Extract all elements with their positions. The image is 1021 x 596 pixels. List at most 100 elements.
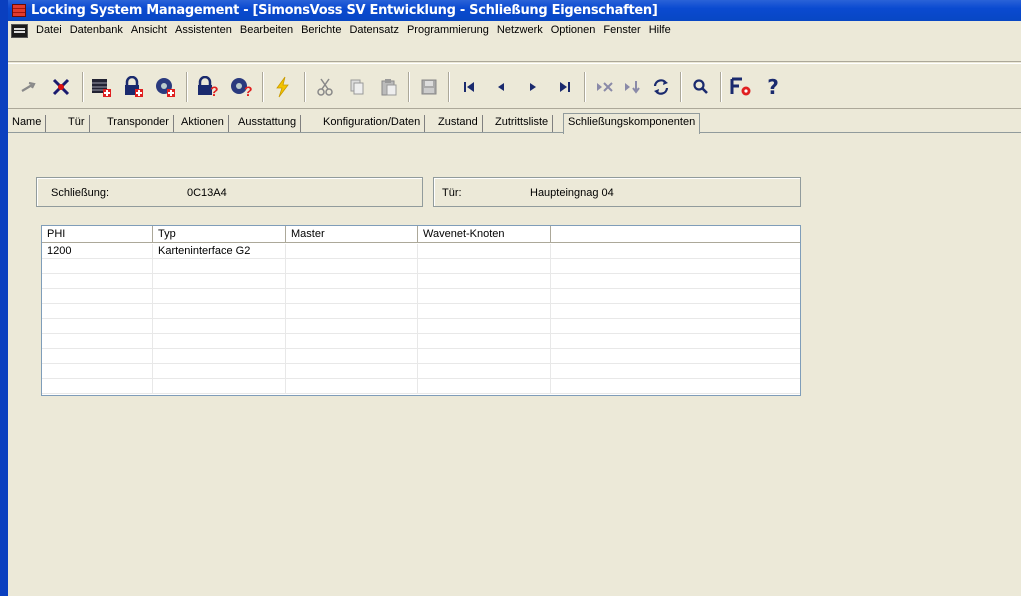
first-record-icon[interactable] bbox=[456, 74, 482, 100]
tab-transponder[interactable]: Transponder bbox=[103, 115, 174, 132]
tab-aktionen[interactable]: Aktionen bbox=[177, 115, 229, 132]
tab-name[interactable]: Name bbox=[8, 115, 47, 132]
table-cell[interactable] bbox=[153, 289, 286, 304]
menu-assistenten[interactable]: Assistenten bbox=[171, 24, 236, 36]
table-cell[interactable] bbox=[551, 349, 800, 364]
table-row[interactable] bbox=[42, 304, 800, 319]
menu-programmierung[interactable]: Programmierung bbox=[403, 24, 493, 36]
table-cell[interactable] bbox=[418, 379, 551, 394]
table-cell[interactable] bbox=[551, 259, 800, 274]
column-header-typ[interactable]: Typ bbox=[153, 226, 286, 243]
table-cell[interactable] bbox=[286, 259, 418, 274]
delete-x-icon[interactable] bbox=[48, 74, 74, 100]
delete-record-icon[interactable] bbox=[592, 74, 618, 100]
column-header-phi[interactable]: PHI bbox=[42, 226, 153, 243]
table-cell[interactable] bbox=[286, 364, 418, 379]
table-cell[interactable] bbox=[551, 244, 800, 259]
table-cell[interactable] bbox=[42, 349, 153, 364]
table-row[interactable]: 1200 Karteninterface G2 bbox=[42, 244, 800, 259]
prev-record-icon[interactable] bbox=[488, 74, 514, 100]
tab-ausstattung[interactable]: Ausstattung bbox=[234, 115, 302, 132]
table-row[interactable] bbox=[42, 334, 800, 349]
menu-netzwerk[interactable]: Netzwerk bbox=[493, 24, 547, 36]
table-row[interactable] bbox=[42, 379, 800, 394]
column-header-wavenet-knoten[interactable]: Wavenet-Knoten bbox=[418, 226, 551, 243]
new-transponder-icon[interactable] bbox=[152, 74, 178, 100]
paste-icon[interactable] bbox=[376, 74, 402, 100]
table-cell[interactable] bbox=[42, 379, 153, 394]
menu-datenbank[interactable]: Datenbank bbox=[66, 24, 127, 36]
column-header-empty[interactable] bbox=[551, 226, 800, 243]
table-cell[interactable] bbox=[551, 304, 800, 319]
table-cell[interactable] bbox=[551, 289, 800, 304]
table-cell[interactable] bbox=[153, 364, 286, 379]
document-window-icon[interactable] bbox=[11, 24, 28, 38]
table-cell[interactable] bbox=[418, 289, 551, 304]
tab-tuer[interactable]: Tür bbox=[64, 115, 90, 132]
table-row[interactable] bbox=[42, 259, 800, 274]
table-cell[interactable] bbox=[42, 259, 153, 274]
column-header-master[interactable]: Master bbox=[286, 226, 418, 243]
table-cell[interactable] bbox=[418, 364, 551, 379]
table-cell[interactable] bbox=[286, 319, 418, 334]
copy-icon[interactable] bbox=[344, 74, 370, 100]
tab-schliessungskomponenten[interactable]: Schließungskomponenten bbox=[563, 113, 701, 134]
table-cell[interactable] bbox=[418, 334, 551, 349]
table-cell[interactable] bbox=[551, 274, 800, 289]
tab-konfiguration-daten[interactable]: Konfiguration/Daten bbox=[319, 115, 426, 132]
swap-icon[interactable] bbox=[16, 74, 42, 100]
last-record-icon[interactable] bbox=[552, 74, 578, 100]
transponder-query-icon[interactable]: ? bbox=[228, 74, 254, 100]
import-record-icon[interactable] bbox=[620, 74, 646, 100]
table-cell[interactable]: 1200 bbox=[42, 244, 153, 259]
table-cell[interactable] bbox=[286, 274, 418, 289]
refresh-icon[interactable] bbox=[648, 74, 674, 100]
table-cell[interactable] bbox=[153, 304, 286, 319]
table-cell[interactable] bbox=[153, 319, 286, 334]
table-cell[interactable]: Karteninterface G2 bbox=[153, 244, 286, 259]
table-cell[interactable] bbox=[286, 289, 418, 304]
table-cell[interactable] bbox=[42, 304, 153, 319]
program-lightning-icon[interactable] bbox=[270, 74, 296, 100]
table-cell[interactable] bbox=[153, 274, 286, 289]
table-cell[interactable] bbox=[286, 379, 418, 394]
menu-datei[interactable]: Datei bbox=[36, 24, 66, 36]
table-cell[interactable] bbox=[286, 304, 418, 319]
app-icon[interactable] bbox=[12, 4, 26, 17]
table-cell[interactable] bbox=[418, 274, 551, 289]
tab-zutrittsliste[interactable]: Zutrittsliste bbox=[491, 115, 554, 132]
table-cell[interactable] bbox=[551, 319, 800, 334]
menu-ansicht[interactable]: Ansicht bbox=[127, 24, 171, 36]
table-cell[interactable] bbox=[42, 289, 153, 304]
table-cell[interactable] bbox=[42, 319, 153, 334]
table-cell[interactable] bbox=[418, 259, 551, 274]
menu-berichte[interactable]: Berichte bbox=[297, 24, 345, 36]
table-cell[interactable] bbox=[418, 244, 551, 259]
table-cell[interactable] bbox=[286, 244, 418, 259]
save-icon[interactable] bbox=[416, 74, 442, 100]
new-lock-icon[interactable] bbox=[120, 74, 146, 100]
tab-zustand[interactable]: Zustand bbox=[434, 115, 483, 132]
table-cell[interactable] bbox=[42, 274, 153, 289]
cut-icon[interactable] bbox=[312, 74, 338, 100]
table-row[interactable] bbox=[42, 319, 800, 334]
table-cell[interactable] bbox=[418, 304, 551, 319]
menu-hilfe[interactable]: Hilfe bbox=[645, 24, 675, 36]
table-row[interactable] bbox=[42, 289, 800, 304]
table-cell[interactable] bbox=[286, 349, 418, 364]
table-cell[interactable] bbox=[153, 379, 286, 394]
table-row[interactable] bbox=[42, 364, 800, 379]
menu-fenster[interactable]: Fenster bbox=[599, 24, 644, 36]
lock-query-icon[interactable]: ? bbox=[194, 74, 220, 100]
table-cell[interactable] bbox=[418, 319, 551, 334]
table-cell[interactable] bbox=[153, 259, 286, 274]
table-cell[interactable] bbox=[153, 334, 286, 349]
table-cell[interactable] bbox=[42, 364, 153, 379]
filter-settings-icon[interactable] bbox=[728, 74, 754, 100]
table-cell[interactable] bbox=[42, 334, 153, 349]
table-cell[interactable] bbox=[551, 379, 800, 394]
table-row[interactable] bbox=[42, 274, 800, 289]
new-grid-icon[interactable] bbox=[88, 74, 114, 100]
table-cell[interactable] bbox=[153, 349, 286, 364]
table-cell[interactable] bbox=[551, 334, 800, 349]
